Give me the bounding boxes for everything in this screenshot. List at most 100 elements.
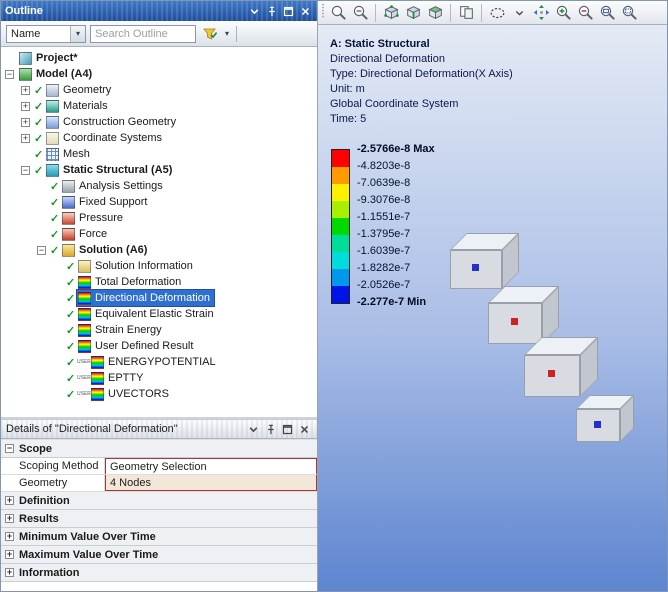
tree-item-model-a4[interactable]: − Model (A4)	[1, 66, 317, 82]
tree-item-content[interactable]: Solution Information	[77, 258, 197, 274]
tree-item-content[interactable]: Static Structural (A5)	[45, 162, 176, 178]
tree-item-content[interactable]: Project*	[18, 50, 82, 66]
tree-item-construction-geometry[interactable]: + ✓ Construction Geometry	[1, 114, 317, 130]
tree-item-project[interactable]: Project*	[1, 50, 317, 66]
tree-item-uvectors[interactable]: ✓ USER UVECTORS	[1, 386, 317, 402]
extend-selection-icon[interactable]	[456, 3, 476, 23]
details-section-results[interactable]: + Results	[1, 510, 317, 528]
tree-item-label: Static Structural (A5)	[63, 164, 173, 176]
tree-item-geometry[interactable]: + ✓ Geometry	[1, 82, 317, 98]
pin-icon[interactable]	[263, 422, 278, 437]
close-icon[interactable]	[298, 4, 313, 19]
tree-item-solution-a6[interactable]: − ✓ Solution (A6)	[1, 242, 317, 258]
select-face-mode-icon[interactable]	[425, 3, 445, 23]
expand-expander-icon[interactable]: +	[21, 101, 30, 111]
tree-item-content[interactable]: Strain Energy	[77, 322, 166, 338]
mesh-cube[interactable]	[576, 395, 636, 444]
tree-item-content[interactable]: UVECTORS	[90, 386, 173, 402]
tree-item-content[interactable]: Coordinate Systems	[45, 130, 166, 146]
tree-item-energypotential[interactable]: ✓ USER ENERGYPOTENTIAL	[1, 354, 317, 370]
filter-dropdown-icon[interactable]: ▾	[224, 29, 230, 38]
details-section-scope[interactable]: − Scope	[1, 440, 317, 458]
panel-menu-chevron-icon[interactable]	[247, 4, 262, 19]
zoom-fit-icon[interactable]	[619, 3, 639, 23]
tree-item-solution-information[interactable]: ✓ Solution Information	[1, 258, 317, 274]
select-ellipse-icon[interactable]	[487, 3, 507, 23]
zoom-in-icon[interactable]	[553, 3, 573, 23]
expand-expander-icon[interactable]: +	[21, 85, 30, 95]
details-section-label: Results	[19, 512, 59, 525]
section-expander-icon[interactable]: +	[5, 550, 14, 559]
tree-item-content[interactable]: Analysis Settings	[61, 178, 167, 194]
tree-item-equivalent-elastic-strain[interactable]: ✓ Equivalent Elastic Strain	[1, 306, 317, 322]
tree-item-content[interactable]: Materials	[45, 98, 112, 114]
panel-menu-chevron-icon[interactable]	[246, 422, 261, 437]
tree-item-fixed-support[interactable]: ✓ Fixed Support	[1, 194, 317, 210]
details-section-information[interactable]: + Information	[1, 564, 317, 582]
filter-icon[interactable]	[200, 24, 220, 44]
tree-item-eptty[interactable]: ✓ USER EPTTY	[1, 370, 317, 386]
maximize-icon[interactable]	[281, 4, 296, 19]
section-expander-icon[interactable]: +	[5, 568, 14, 577]
tree-item-content[interactable]: Total Deformation	[77, 274, 185, 290]
details-property-value[interactable]: 4 Nodes	[105, 475, 317, 491]
tree-item-content[interactable]: Solution (A6)	[61, 242, 151, 258]
tree-item-strain-energy[interactable]: ✓ Strain Energy	[1, 322, 317, 338]
mesh-cube[interactable]	[524, 337, 600, 399]
tree-item-content[interactable]: User Defined Result	[77, 338, 197, 354]
tree-item-force[interactable]: ✓ Force	[1, 226, 317, 242]
details-property-value[interactable]: Geometry Selection	[105, 458, 317, 474]
tree-item-materials[interactable]: + ✓ Materials	[1, 98, 317, 114]
name-filter-combo[interactable]: Name ▾	[6, 24, 86, 43]
pan-icon[interactable]	[531, 3, 551, 23]
close-icon[interactable]	[297, 422, 312, 437]
tree-item-content[interactable]: Pressure	[61, 210, 127, 226]
mesh-cube[interactable]	[450, 233, 521, 291]
details-section-definition[interactable]: + Definition	[1, 492, 317, 510]
tree-item-content[interactable]: Directional Deformation	[77, 290, 214, 306]
box-zoom-icon[interactable]	[597, 3, 617, 23]
select-edge-mode-icon[interactable]	[403, 3, 423, 23]
search-outline-input[interactable]	[90, 24, 196, 43]
zoom-select-icon[interactable]	[328, 3, 348, 23]
section-expander-icon[interactable]: −	[5, 444, 14, 453]
tree-item-analysis-settings[interactable]: ✓ Analysis Settings	[1, 178, 317, 194]
tree-item-content[interactable]: Force	[61, 226, 111, 242]
expand-expander-icon[interactable]: +	[21, 117, 30, 127]
tree-item-label: Fixed Support	[79, 196, 148, 208]
tree-item-label: Strain Energy	[95, 324, 162, 336]
tree-item-directional-deformation[interactable]: ✓ Directional Deformation	[1, 290, 317, 306]
collapse-expander-icon[interactable]: −	[37, 245, 46, 255]
section-expander-icon[interactable]: +	[5, 532, 14, 541]
pin-icon[interactable]	[264, 4, 279, 19]
section-expander-icon[interactable]: +	[5, 496, 14, 505]
combo-dropdown-icon[interactable]: ▾	[70, 25, 85, 42]
tree-item-content[interactable]: Model (A4)	[18, 66, 96, 82]
maximize-icon[interactable]	[280, 422, 295, 437]
tree-item-content[interactable]: Construction Geometry	[45, 114, 180, 130]
zoom-out-icon[interactable]	[575, 3, 595, 23]
tree-item-coordinate-systems[interactable]: + ✓ Coordinate Systems	[1, 130, 317, 146]
select-vertex-mode-icon[interactable]	[381, 3, 401, 23]
collapse-expander-icon[interactable]: −	[5, 69, 14, 79]
tree-item-content[interactable]: EPTTY	[90, 370, 147, 386]
graphics-viewport[interactable]: A: Static Structural Directional Deformat…	[318, 25, 667, 591]
tree-item-content[interactable]: Geometry	[45, 82, 115, 98]
details-section-minimum-value-over-time[interactable]: + Minimum Value Over Time	[1, 528, 317, 546]
toolbar-grip-icon[interactable]	[321, 2, 326, 23]
tree-item-content[interactable]: ENERGYPOTENTIAL	[90, 354, 220, 370]
tree-item-content[interactable]: Mesh	[45, 146, 94, 162]
zoom-previous-icon[interactable]	[350, 3, 370, 23]
tree-item-user-defined-result[interactable]: ✓ User Defined Result	[1, 338, 317, 354]
tree-item-content[interactable]: Equivalent Elastic Strain	[77, 306, 218, 322]
section-expander-icon[interactable]: +	[5, 514, 14, 523]
details-section-maximum-value-over-time[interactable]: + Maximum Value Over Time	[1, 546, 317, 564]
tree-item-mesh[interactable]: ✓ Mesh	[1, 146, 317, 162]
tree-item-pressure[interactable]: ✓ Pressure	[1, 210, 317, 226]
selection-dropdown-icon[interactable]	[509, 3, 529, 23]
expand-expander-icon[interactable]: +	[21, 133, 30, 143]
tree-item-total-deformation[interactable]: ✓ Total Deformation	[1, 274, 317, 290]
tree-item-static-structural-a5[interactable]: − ✓ Static Structural (A5)	[1, 162, 317, 178]
tree-item-content[interactable]: Fixed Support	[61, 194, 151, 210]
collapse-expander-icon[interactable]: −	[21, 165, 30, 175]
